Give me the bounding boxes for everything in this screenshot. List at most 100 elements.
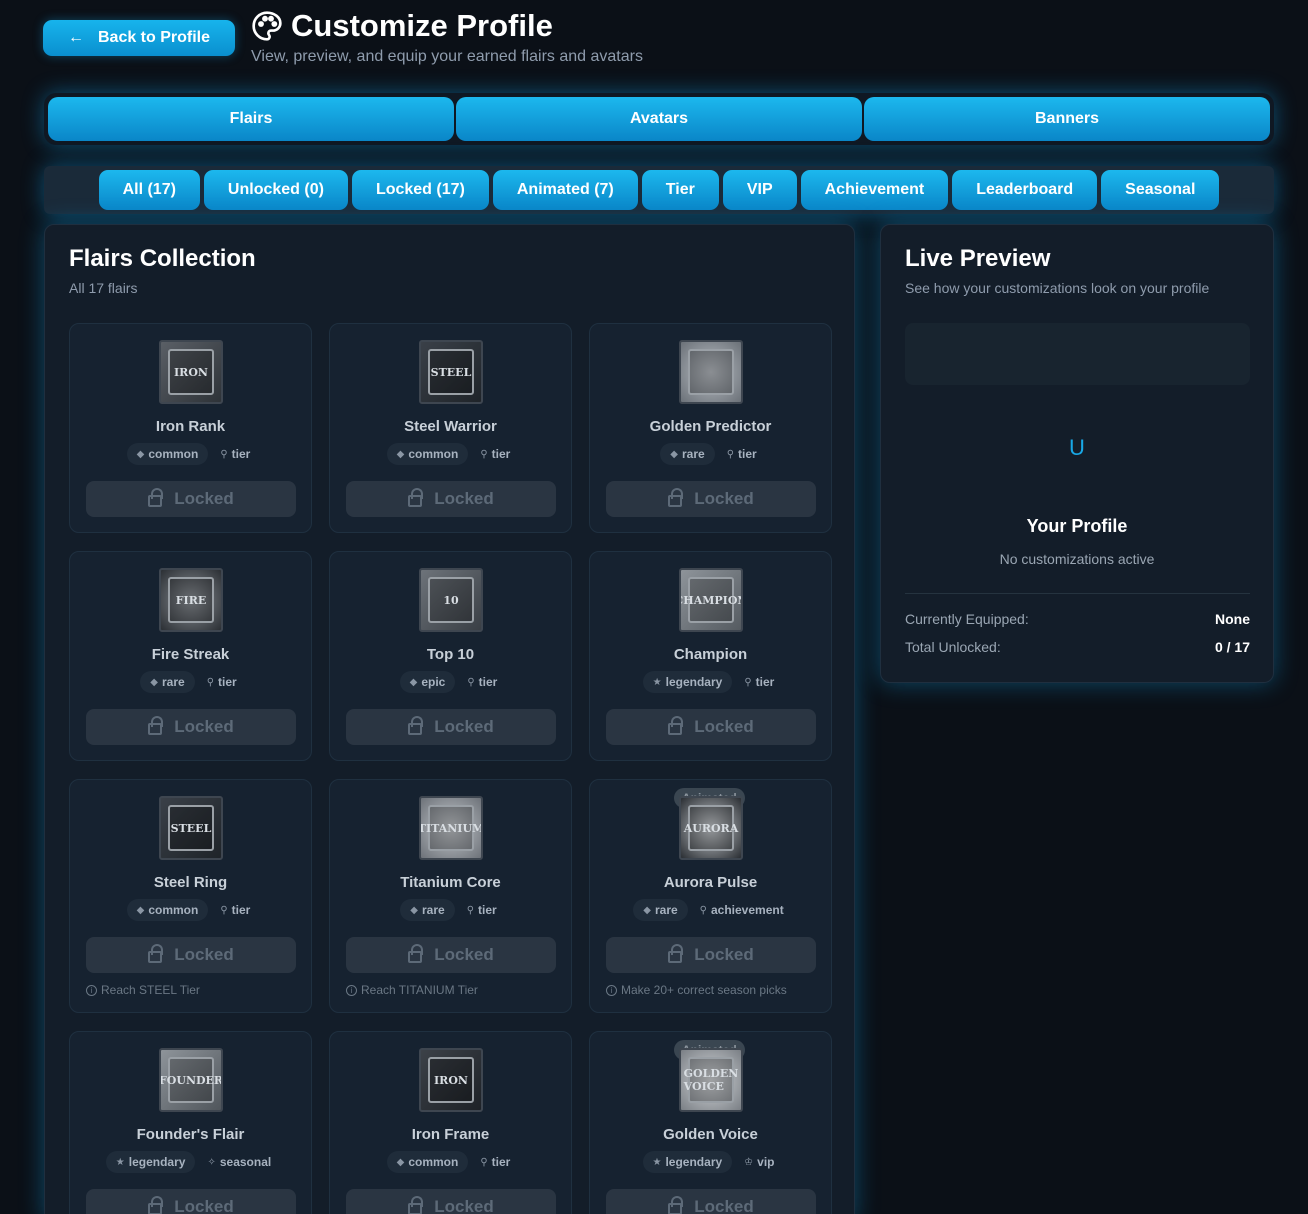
- flair-card[interactable]: STEEL Steel Ring ◆ common ⚲ tier Locked …: [69, 779, 312, 1013]
- tab-flairs[interactable]: Flairs: [48, 97, 454, 141]
- locked-button[interactable]: Locked: [86, 481, 296, 517]
- flair-card[interactable]: 10 Top 10 ◆ epic ⚲ tier Locked: [329, 551, 572, 761]
- flair-thumbnail: FOUNDER: [159, 1048, 223, 1112]
- category-label: tier: [231, 447, 251, 461]
- filter-tier[interactable]: Tier: [641, 170, 719, 210]
- filter-unlocked[interactable]: Unlocked (0): [203, 170, 348, 210]
- locked-label: Locked: [434, 489, 494, 508]
- rarity-label: legendary: [665, 1155, 723, 1169]
- filter-locked[interactable]: Locked (17): [351, 170, 489, 210]
- rarity-icon: ◆: [396, 1156, 405, 1168]
- live-preview-panel: Live Preview See how your customizations…: [880, 224, 1274, 683]
- info-icon: i: [606, 984, 617, 996]
- flair-name: Steel Warrior: [404, 418, 497, 435]
- category-icon: ⚲: [206, 676, 215, 688]
- rarity-label: rare: [422, 903, 445, 917]
- lock-icon: [148, 488, 164, 507]
- page-title: Customize Profile: [291, 8, 553, 43]
- back-to-profile-button[interactable]: ← Back to Profile: [43, 20, 235, 56]
- flair-card[interactable]: Animated AURORA Aurora Pulse ◆ rare ⚲: [589, 779, 832, 1013]
- category-badge: ⚲ tier: [203, 671, 241, 693]
- locked-button[interactable]: Locked: [86, 1189, 296, 1214]
- requirement-text: i Reach STEEL Tier: [86, 983, 200, 997]
- rarity-label: common: [408, 1155, 459, 1169]
- flair-card[interactable]: FIRE Fire Streak ◆ rare ⚲ tier Locked: [69, 551, 312, 761]
- flair-thumbnail-text: [688, 349, 734, 395]
- rarity-label: common: [148, 903, 199, 917]
- rarity-label: rare: [162, 675, 185, 689]
- locked-button[interactable]: Locked: [606, 709, 816, 745]
- flair-card[interactable]: IRON Iron Rank ◆ common ⚲ tier Locked: [69, 323, 312, 533]
- category-label: seasonal: [219, 1155, 272, 1169]
- flair-thumbnail: TITANIUM: [419, 796, 483, 860]
- locked-button[interactable]: Locked: [346, 709, 556, 745]
- flair-card[interactable]: Golden Predictor ◆ rare ⚲ tier Locked: [589, 323, 832, 533]
- locked-label: Locked: [174, 489, 234, 508]
- flair-thumbnail-text: STEEL: [428, 349, 474, 395]
- flair-badges: ◆ rare ⚲ tier: [330, 899, 571, 921]
- category-label: tier: [218, 675, 237, 689]
- category-label: tier: [231, 903, 251, 917]
- locked-button[interactable]: Locked: [606, 1189, 816, 1214]
- locked-label: Locked: [434, 1197, 494, 1214]
- flair-thumbnail: GOLDEN VOICE: [679, 1048, 743, 1112]
- rarity-badge: ◆ common: [386, 1151, 469, 1173]
- flair-thumbnail-text: IRON: [168, 349, 214, 395]
- rarity-icon: ★: [652, 1156, 662, 1168]
- palette-icon: [252, 11, 282, 41]
- locked-label: Locked: [434, 717, 494, 736]
- flair-thumbnail-text: CHAMPION: [681, 577, 741, 623]
- preview-avatar: U: [1069, 435, 1085, 460]
- category-badge: ⚲ tier: [476, 443, 514, 465]
- locked-button[interactable]: Locked: [606, 937, 816, 973]
- locked-button[interactable]: Locked: [346, 481, 556, 517]
- flair-card[interactable]: STEEL Steel Warrior ◆ common ⚲ tier Lock…: [329, 323, 572, 533]
- category-icon: ⚲: [726, 448, 735, 460]
- locked-button[interactable]: Locked: [606, 481, 816, 517]
- filter-vip[interactable]: VIP: [722, 170, 797, 210]
- flair-badges: ◆ rare ⚲ tier: [590, 443, 831, 465]
- requirement-label: Reach TITANIUM Tier: [361, 983, 478, 997]
- tab-banners[interactable]: Banners: [864, 97, 1270, 141]
- filter-achievement[interactable]: Achievement: [800, 170, 949, 210]
- unlocked-row: Total Unlocked: 0 / 17: [905, 639, 1250, 655]
- equipped-value: None: [1215, 611, 1250, 627]
- filter-seasonal[interactable]: Seasonal: [1101, 170, 1220, 210]
- lock-icon: [408, 716, 424, 735]
- flair-name: Fire Streak: [151, 646, 230, 663]
- locked-button[interactable]: Locked: [86, 709, 296, 745]
- equipped-label: Currently Equipped:: [905, 611, 1029, 627]
- requirement-label: Reach STEEL Tier: [101, 983, 200, 997]
- category-badge: ⚲ tier: [476, 1151, 514, 1173]
- rarity-icon: ◆: [643, 904, 651, 916]
- filter-animated[interactable]: Animated (7): [492, 170, 638, 210]
- locked-button[interactable]: Locked: [346, 1189, 556, 1214]
- flair-card[interactable]: CHAMPION Champion ★ legendary ⚲ tier: [589, 551, 832, 761]
- rarity-icon: ◆: [396, 448, 405, 460]
- flair-thumbnail-text: 10: [428, 577, 474, 623]
- locked-label: Locked: [694, 717, 754, 736]
- flair-card[interactable]: FOUNDER Founder's Flair ★ legendary ✧ se…: [69, 1031, 312, 1214]
- tab-avatars[interactable]: Avatars: [456, 97, 862, 141]
- filter-leaderboard[interactable]: Leaderboard: [952, 170, 1098, 210]
- category-label: tier: [738, 447, 757, 461]
- lock-icon: [408, 944, 424, 963]
- locked-button[interactable]: Locked: [86, 937, 296, 973]
- flair-name: Champion: [673, 646, 748, 663]
- flair-thumbnail-text: AURORA: [684, 805, 738, 851]
- unlocked-value: 0 / 17: [1214, 639, 1250, 655]
- rarity-icon: ◆: [150, 676, 158, 688]
- flair-name: Golden Voice: [663, 1126, 758, 1143]
- flair-badges: ◆ rare ⚲ achievement: [590, 899, 831, 921]
- filter-bar: All (17) Unlocked (0) Locked (17) Animat…: [44, 166, 1274, 214]
- flair-card[interactable]: TITANIUM Titanium Core ◆ rare ⚲ tier Loc…: [329, 779, 572, 1013]
- flair-card[interactable]: IRON Iron Frame ◆ common ⚲ tier Locked: [329, 1031, 572, 1214]
- flair-card[interactable]: Animated GOLDEN VOICE Golden Voice ★ leg…: [589, 1031, 832, 1214]
- rarity-badge: ◆ common: [126, 899, 209, 921]
- requirement-text: i Make 20+ correct season picks: [606, 983, 787, 997]
- locked-button[interactable]: Locked: [346, 937, 556, 973]
- category-icon: ⚲: [220, 448, 228, 460]
- locked-label: Locked: [174, 1197, 234, 1214]
- filter-all[interactable]: All (17): [98, 170, 200, 210]
- preview-status: No customizations active: [999, 551, 1155, 567]
